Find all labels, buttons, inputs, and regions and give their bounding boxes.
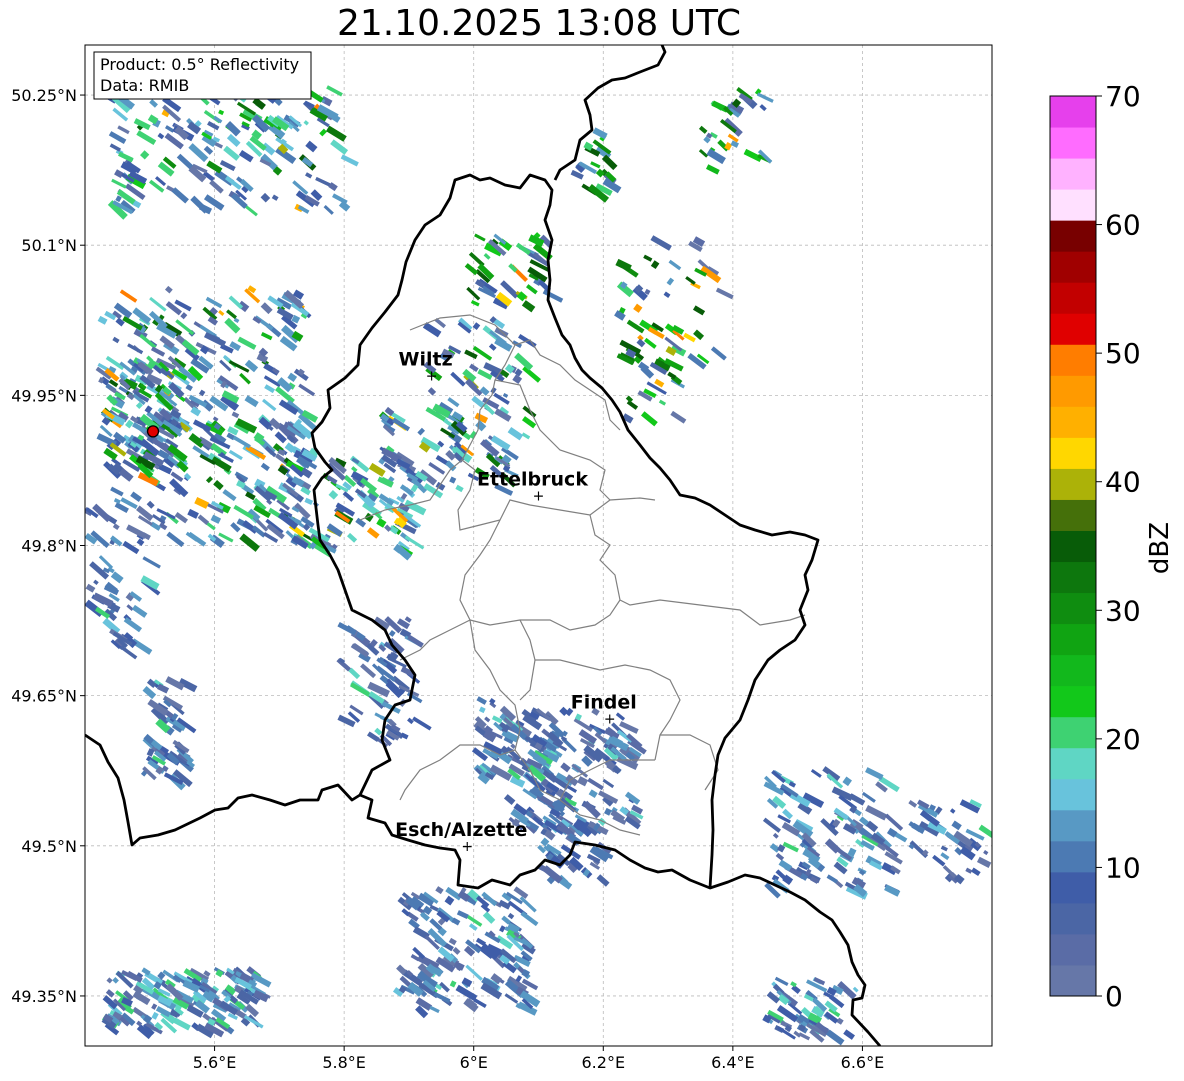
colorbar-segment <box>1050 561 1096 594</box>
colorbar-segment <box>1050 871 1096 904</box>
colorbar-segment <box>1050 654 1096 687</box>
lon-tick-label: 5.6°E <box>193 1053 237 1072</box>
lat-tick-label: 49.8°N <box>21 537 77 556</box>
lon-tick-label: 6.4°E <box>711 1053 755 1072</box>
colorbar-segment <box>1050 158 1096 190</box>
colorbar-tick-label: 60 <box>1105 209 1141 242</box>
colorbar-tick-label: 40 <box>1105 466 1141 499</box>
lon-tick-label: 6.2°E <box>582 1053 626 1072</box>
colorbar-label: dBZ <box>1145 522 1175 574</box>
city-label: Wiltz <box>399 348 453 370</box>
lon-tick-label: 5.8°E <box>322 1053 366 1072</box>
colorbar: 0 10 20 30 40 50 60 70 <box>1049 80 1141 1013</box>
colorbar-segment <box>1050 499 1096 531</box>
city-marker: + <box>604 712 616 728</box>
colorbar-segment <box>1050 468 1096 500</box>
lat-tick-label: 50.25°N <box>11 86 77 105</box>
colorbar-segment <box>1050 530 1096 563</box>
colorbar-tick-label: 50 <box>1105 337 1141 370</box>
colorbar-tick-label: 30 <box>1105 594 1141 627</box>
info-product-text: Product: 0.5° Reflectivity <box>100 55 299 74</box>
colorbar-segment <box>1050 189 1096 221</box>
colorbar-segment <box>1050 964 1096 997</box>
lon-tick-label: 6.6°E <box>841 1053 885 1072</box>
colorbar-segment <box>1050 437 1096 469</box>
colorbar-segment <box>1050 127 1096 159</box>
colorbar-segment <box>1050 778 1096 811</box>
city-marker: + <box>461 839 473 855</box>
lat-tick-label: 49.35°N <box>11 987 77 1006</box>
lat-tick-label: 49.5°N <box>21 837 77 856</box>
lat-tick-label: 50.1°N <box>21 236 77 255</box>
radar-map: 5.6°E 5.8°E 6°E 6.2°E 6.4°E 6.6°E 50.25°N 50.1°… <box>11 44 1175 1072</box>
colorbar-tick-label: 10 <box>1105 851 1141 884</box>
lon-tick-label: 6°E <box>460 1053 488 1072</box>
colorbar-segment <box>1050 592 1096 625</box>
colorbar-segment <box>1050 716 1096 749</box>
colorbar-segment <box>1050 344 1096 376</box>
city-label: Ettelbruck <box>477 468 588 490</box>
lat-tick-label: 49.65°N <box>11 687 77 706</box>
colorbar-tick-label: 20 <box>1105 723 1141 756</box>
colorbar-segment <box>1050 747 1096 780</box>
lat-tick-label: 49.95°N <box>11 386 77 405</box>
colorbar-segment <box>1050 933 1096 966</box>
colorbar-segment <box>1050 282 1096 314</box>
colorbar-segment <box>1050 313 1096 345</box>
colorbar-segment <box>1050 902 1096 935</box>
colorbar-segment <box>1050 406 1096 438</box>
colorbar-segment <box>1050 623 1096 656</box>
colorbar-tick-label: 0 <box>1105 980 1123 1013</box>
colorbar-segment <box>1050 809 1096 842</box>
colorbar-segment <box>1050 96 1096 128</box>
colorbar-tick-label: 70 <box>1105 80 1141 113</box>
colorbar-segment <box>1050 685 1096 718</box>
city-marker: + <box>533 488 545 504</box>
radar-site-marker <box>146 425 160 438</box>
info-box: Product: 0.5° Reflectivity Data: RMIB <box>93 51 312 100</box>
city-label: Esch/Alzette <box>395 819 527 841</box>
colorbar-segment <box>1050 220 1096 252</box>
city-label: Findel <box>571 692 637 714</box>
city-marker: + <box>426 368 438 384</box>
colorbar-segment <box>1050 375 1096 407</box>
colorbar-segment <box>1050 251 1096 283</box>
info-data-text: Data: RMIB <box>100 76 189 95</box>
colorbar-segment <box>1050 840 1096 873</box>
